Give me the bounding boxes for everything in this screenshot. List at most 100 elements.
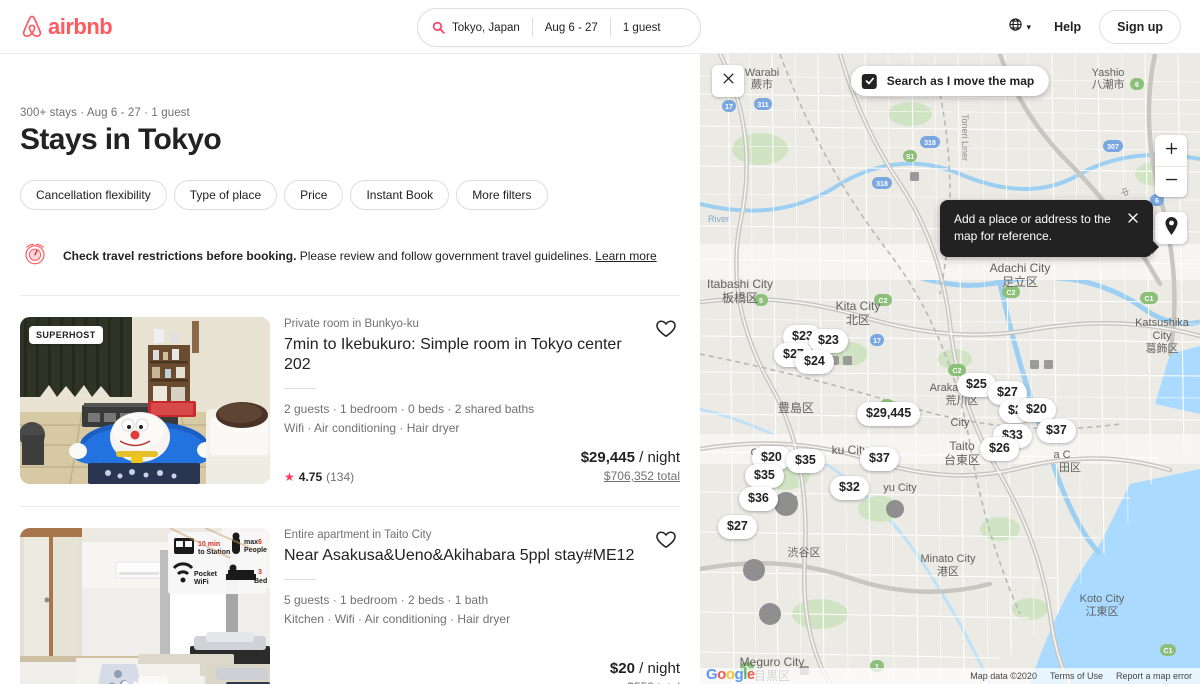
search-as-i-move-toggle[interactable]: Search as I move the map	[850, 66, 1050, 96]
filter-type-of-place[interactable]: Type of place	[173, 180, 278, 210]
map-price-pin-35b[interactable]: $35	[745, 464, 784, 488]
svg-text:Taito: Taito	[949, 439, 975, 453]
heart-outline-icon[interactable]	[655, 528, 679, 552]
search-dates-field[interactable]: Aug 6 - 27	[533, 9, 610, 46]
svg-text:City: City	[951, 417, 970, 429]
svg-text:Kita City: Kita City	[836, 299, 881, 313]
terms-of-use-link[interactable]: Terms of Use	[1050, 671, 1103, 681]
signup-button[interactable]: Sign up	[1099, 10, 1181, 44]
map-price-pin-26[interactable]: $26	[980, 437, 1019, 461]
svg-text:Itabashi City: Itabashi City	[707, 277, 773, 291]
notice-body: Please review and follow government trav…	[299, 249, 592, 264]
filter-instant-book[interactable]: Instant Book	[350, 180, 450, 210]
filter-more-filters[interactable]: More filters	[456, 180, 548, 210]
svg-text:Bed: Bed	[254, 578, 267, 585]
listing-title[interactable]: Near Asakusa&Ueno&Akihabara 5ppl stay#ME…	[284, 546, 680, 566]
rating-count: (134)	[326, 470, 355, 484]
add-place-pin-button[interactable]	[1155, 212, 1187, 244]
map-price-pin-29445[interactable]: $29,445	[857, 402, 921, 426]
svg-text:311: 311	[757, 102, 768, 109]
svg-text:Warabi: Warabi	[745, 67, 779, 79]
map-zoom-controls	[1155, 135, 1187, 197]
svg-text:6: 6	[1135, 82, 1139, 89]
listing-card[interactable]: SUPERHOST Private room in Bunkyo-ku 7min…	[20, 296, 680, 506]
filter-price[interactable]: Price	[284, 180, 344, 210]
listing-type: Private room in Bunkyo-ku	[284, 318, 419, 330]
search-dates-value: Aug 6 - 27	[544, 21, 598, 34]
search-bar[interactable]: Tokyo, Japan Aug 6 - 27 1 guest	[417, 8, 701, 47]
globe-icon	[1008, 17, 1023, 37]
zoom-out-button[interactable]	[1155, 166, 1187, 197]
map-price-pin-32[interactable]: $32	[830, 476, 869, 500]
search-icon	[432, 21, 445, 34]
svg-text:Yashio: Yashio	[1092, 67, 1125, 79]
report-map-error-link[interactable]: Report a map error	[1116, 671, 1192, 681]
svg-text:C2: C2	[953, 368, 962, 375]
listing-rule	[284, 579, 316, 580]
svg-text:3: 3	[258, 569, 262, 576]
search-location-value: Tokyo, Japan	[452, 21, 520, 34]
learn-more-link[interactable]: Learn more	[595, 249, 656, 263]
filter-cancellation-flexibility[interactable]: Cancellation flexibility	[20, 180, 167, 210]
svg-text:WiFi: WiFi	[194, 579, 209, 586]
svg-text:318: 318	[876, 181, 888, 188]
airbnb-search-page: airbnb Tokyo, Japan Aug 6 - 27 1 guest ▾…	[0, 0, 1200, 684]
search-location-field[interactable]: Tokyo, Japan	[418, 9, 532, 46]
price-amount: $20	[609, 659, 635, 677]
zoom-in-button[interactable]	[1155, 135, 1187, 166]
listing-price: $29,445 / night $706,352 total	[581, 448, 680, 484]
svg-text:豊島区: 豊島区	[778, 400, 814, 415]
listing-price: $20 / night $558 total	[610, 659, 680, 684]
search-guests-value: 1 guest	[622, 21, 661, 34]
svg-text:北区: 北区	[846, 313, 870, 327]
airbnb-logo[interactable]: airbnb	[19, 13, 113, 41]
map-price-pin-37b[interactable]: $37	[860, 447, 899, 471]
rating-value: 4.75	[298, 470, 323, 484]
close-icon[interactable]	[1127, 211, 1139, 226]
listing-photo[interactable]: SUPERHOST	[20, 317, 270, 484]
svg-text:17: 17	[873, 338, 881, 345]
svg-text:葛飾区: 葛飾区	[1146, 342, 1179, 355]
svg-text:C2: C2	[1007, 290, 1016, 297]
language-selector[interactable]: ▾	[998, 9, 1042, 45]
listing-photo[interactable]: 10 min to Station max 6 People Pocket Wi…	[20, 528, 270, 684]
svg-text:Adachi City: Adachi City	[990, 261, 1051, 275]
listing-footer: $20 / night $558 total	[284, 659, 680, 684]
listing-card[interactable]: 10 min to Station max 6 People Pocket Wi…	[20, 506, 680, 684]
close-icon	[722, 72, 735, 90]
travel-alert-icon	[20, 239, 50, 274]
filter-bar: Cancellation flexibility Type of place P…	[20, 180, 680, 210]
map-close-button[interactable]	[712, 65, 744, 97]
svg-text:C1: C1	[1164, 648, 1173, 655]
map-panel[interactable]: 311 5 C2 C2 6 6 307 318 318 S1 17 17 C2 …	[700, 54, 1200, 684]
listing-capacity: 2 guests · 1 bedroom · 0 beds · 2 shared…	[284, 402, 535, 416]
superhost-badge: SUPERHOST	[29, 326, 103, 344]
listing-title[interactable]: 7min to Ikebukuro: Simple room in Tokyo …	[284, 335, 680, 375]
svg-text:yu City: yu City	[883, 482, 917, 494]
svg-text:318: 318	[924, 140, 936, 147]
svg-text:17: 17	[725, 104, 733, 111]
tooltip-text: Add a place or address to the map for re…	[954, 212, 1111, 244]
svg-text:蕨市: 蕨市	[751, 77, 773, 91]
map-price-pin-35a[interactable]: $35	[786, 449, 825, 473]
price-total[interactable]: $558 total	[610, 679, 680, 684]
header-actions: ▾ Help Sign up	[998, 0, 1181, 54]
svg-text:足立区: 足立区	[1002, 274, 1038, 289]
search-as-i-move-label: Search as I move the map	[886, 74, 1035, 88]
map-canvas: 311 5 C2 C2 6 6 307 318 318 S1 17 17 C2 …	[700, 54, 1200, 684]
listing-amenities: Wifi · Air conditioning · Hair dryer	[284, 420, 460, 435]
map-price-pin-24[interactable]: $24	[795, 350, 834, 374]
heart-outline-icon[interactable]	[655, 317, 679, 341]
svg-text:307: 307	[1107, 144, 1119, 151]
help-button[interactable]: Help	[1041, 11, 1094, 43]
price-total[interactable]: $706,352 total	[581, 468, 680, 484]
map-price-pin-36[interactable]: $36	[739, 487, 778, 511]
svg-text:S1: S1	[906, 154, 915, 161]
search-guests-field[interactable]: 1 guest	[611, 9, 673, 46]
map-price-pin-27c[interactable]: $27	[718, 515, 757, 539]
add-place-tooltip: Add a place or address to the map for re…	[940, 200, 1159, 257]
svg-text:Koto City: Koto City	[1080, 593, 1125, 605]
site-header: airbnb Tokyo, Japan Aug 6 - 27 1 guest ▾…	[0, 0, 1200, 54]
price-per-night: $20 / night	[610, 659, 680, 679]
map-price-pin-37a[interactable]: $37	[1037, 419, 1076, 443]
